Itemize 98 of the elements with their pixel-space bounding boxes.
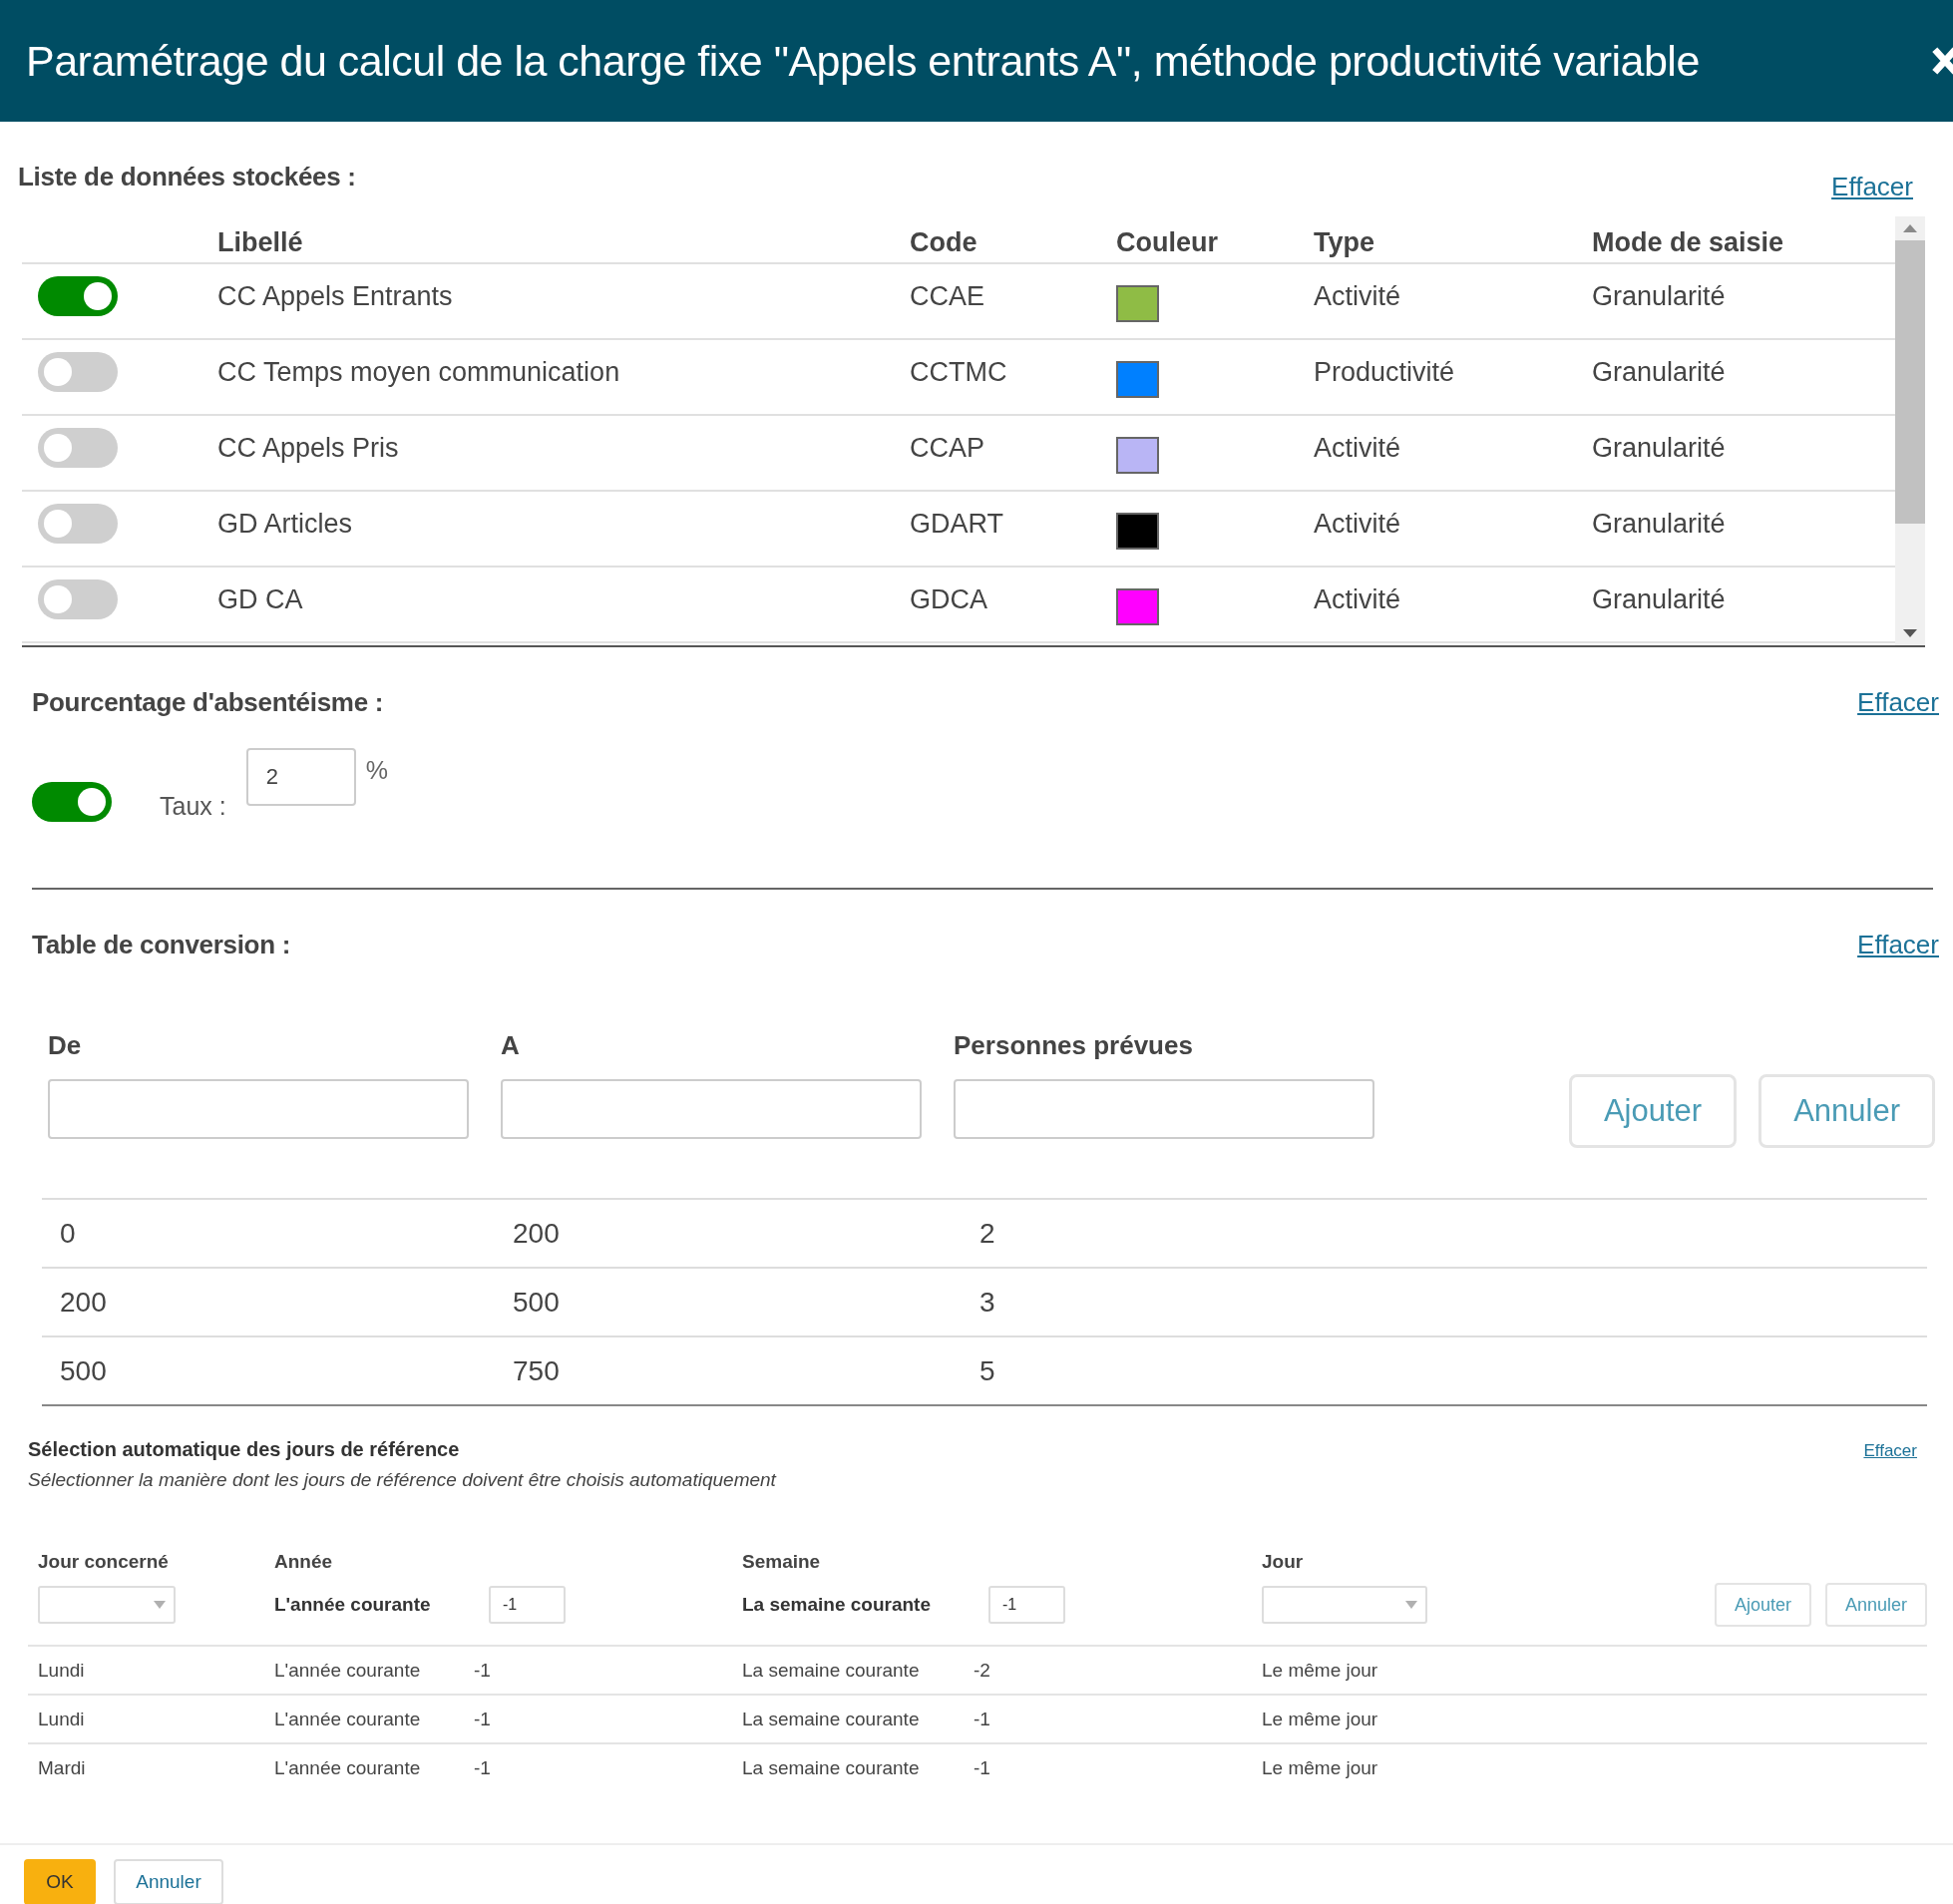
table-cell-text: L'année courante [274,1756,422,1779]
table-cell-text: Le même jour [1262,1708,1379,1730]
input-field[interactable]: -1 [988,1586,1065,1624]
ok-button[interactable]: OK [24,1859,96,1904]
section-title: Liste de données stockées : [18,162,356,192]
table-cell-text: Granularité [1592,508,1727,540]
caret-icon [154,1601,166,1609]
table-cell-text: La semaine courante [742,1708,921,1730]
add-button[interactable]: Ajouter [1714,1583,1811,1627]
field-label: L'année courante [274,1594,432,1616]
add-button[interactable]: Ajouter [1568,1074,1738,1148]
table-cell-text: Granularité [1592,583,1727,615]
input-field[interactable]: -1 [489,1586,566,1624]
clear-link[interactable]: Effacer [1857,687,1939,718]
table-cell-text: Activité [1314,280,1402,312]
column-header: Personnes prévues [954,1030,1194,1061]
toggle-switch[interactable] [32,782,112,822]
table-cell-text: 500 [512,1286,561,1319]
section-title: Table de conversion : [32,930,291,960]
column-header: Libellé [217,227,304,259]
input-field[interactable] [501,1079,922,1139]
table-cell-text: Mardi [38,1756,87,1779]
table-cell-text: Granularité [1592,280,1727,312]
column-header: De [48,1030,83,1061]
table-cell-text: 0 [59,1217,77,1250]
table-cell-text: GD CA [217,583,304,615]
table-cell-text: La semaine courante [742,1659,921,1682]
table-cell-text: Le même jour [1262,1659,1379,1682]
table-cell-text: GDCA [910,583,988,615]
table-cell-text: CC Temps moyen communication [217,356,621,388]
toggle-switch[interactable] [38,276,118,316]
table-cell-text: Productivité [1314,356,1456,388]
section-title: Sélection automatique des jours de référence [28,1438,461,1461]
input-field[interactable]: 2 [245,748,356,806]
column-header: Jour concerné [38,1551,170,1573]
table-cell-text: 3 [978,1286,996,1319]
table-cell-text: -1 [474,1708,492,1730]
section-description: Sélectionner la manière dont les jours de référence doivent être choisis automatiquement [28,1469,776,1491]
toggle-switch[interactable] [38,504,118,544]
table-cell-text: 500 [59,1354,108,1387]
table-cell-text: -2 [974,1659,991,1682]
dropdown-field[interactable] [38,1586,176,1624]
table-cell-text: Granularité [1592,356,1727,388]
dialog-title: Paramétrage du calcul de la charge fixe "Appels entrants A", méthode productivité variable [26,36,1700,86]
table-cell-text: 200 [59,1286,108,1319]
input-field[interactable] [48,1079,469,1139]
table-cell-text: CCTMC [910,356,1008,388]
table-cell-text: -1 [474,1659,492,1682]
dropdown-field[interactable] [1262,1586,1427,1624]
column-header: A [501,1030,521,1061]
table-cell-text: CC Appels Entrants [217,280,454,312]
column-header: Année [274,1551,334,1573]
table-cell-text: GD Articles [217,508,354,540]
scroll-down-icon[interactable] [1903,629,1917,637]
input-field[interactable] [954,1079,1374,1139]
table-cell-text: Granularité [1592,432,1727,464]
table-cell-text: Lundi [38,1659,86,1682]
scroll-up-icon[interactable] [1903,224,1917,232]
column-header: Couleur [1116,227,1219,259]
scrollbar-thumb[interactable] [1895,240,1925,524]
cancel-button[interactable]: Annuler [1758,1074,1935,1148]
toggle-switch[interactable] [38,428,118,468]
table-cell-text: Activité [1314,432,1402,464]
table-cell-text: 200 [512,1217,561,1250]
clear-link[interactable]: Effacer [1857,930,1939,960]
clear-link[interactable]: Effacer [1863,1440,1917,1461]
toggle-switch[interactable] [38,579,118,619]
table-cell-text: CC Appels Pris [217,432,400,464]
field-label: La semaine courante [742,1594,933,1616]
column-header: Semaine [742,1551,822,1573]
table-cell-text: -1 [974,1708,991,1730]
section-title: Pourcentage d'absentéisme : [32,687,384,718]
table-cell-text: 750 [512,1354,561,1387]
cancel-button[interactable]: Annuler [1824,1583,1927,1627]
table-cell-text: CCAP [910,432,985,464]
column-header: Jour [1262,1551,1305,1573]
column-header: Type [1314,227,1375,259]
field-label: Taux : [160,792,226,821]
table-cell-text: -1 [974,1756,991,1779]
column-header: Code [910,227,978,259]
table-cell-text: GDART [910,508,1004,540]
table-cell-text: Lundi [38,1708,86,1730]
caret-icon [1405,1601,1417,1609]
table-cell-text: L'année courante [274,1659,422,1682]
table-cell-text: L'année courante [274,1708,422,1730]
table-cell-text: CCAE [910,280,985,312]
column-header: Mode de saisie [1592,227,1785,259]
table-cell-text: Le même jour [1262,1756,1379,1779]
table-cell-text: La semaine courante [742,1756,921,1779]
table-cell-text: Activité [1314,583,1402,615]
clear-link[interactable]: Effacer [1831,172,1913,202]
toggle-switch[interactable] [38,352,118,392]
unit-label: % [365,756,388,785]
table-cell-text: 5 [978,1354,996,1387]
table-cell-text: 2 [978,1217,996,1250]
table-cell-text: -1 [474,1756,492,1779]
table-cell-text: Activité [1314,508,1402,540]
cancel-button[interactable]: Annuler [114,1859,223,1904]
